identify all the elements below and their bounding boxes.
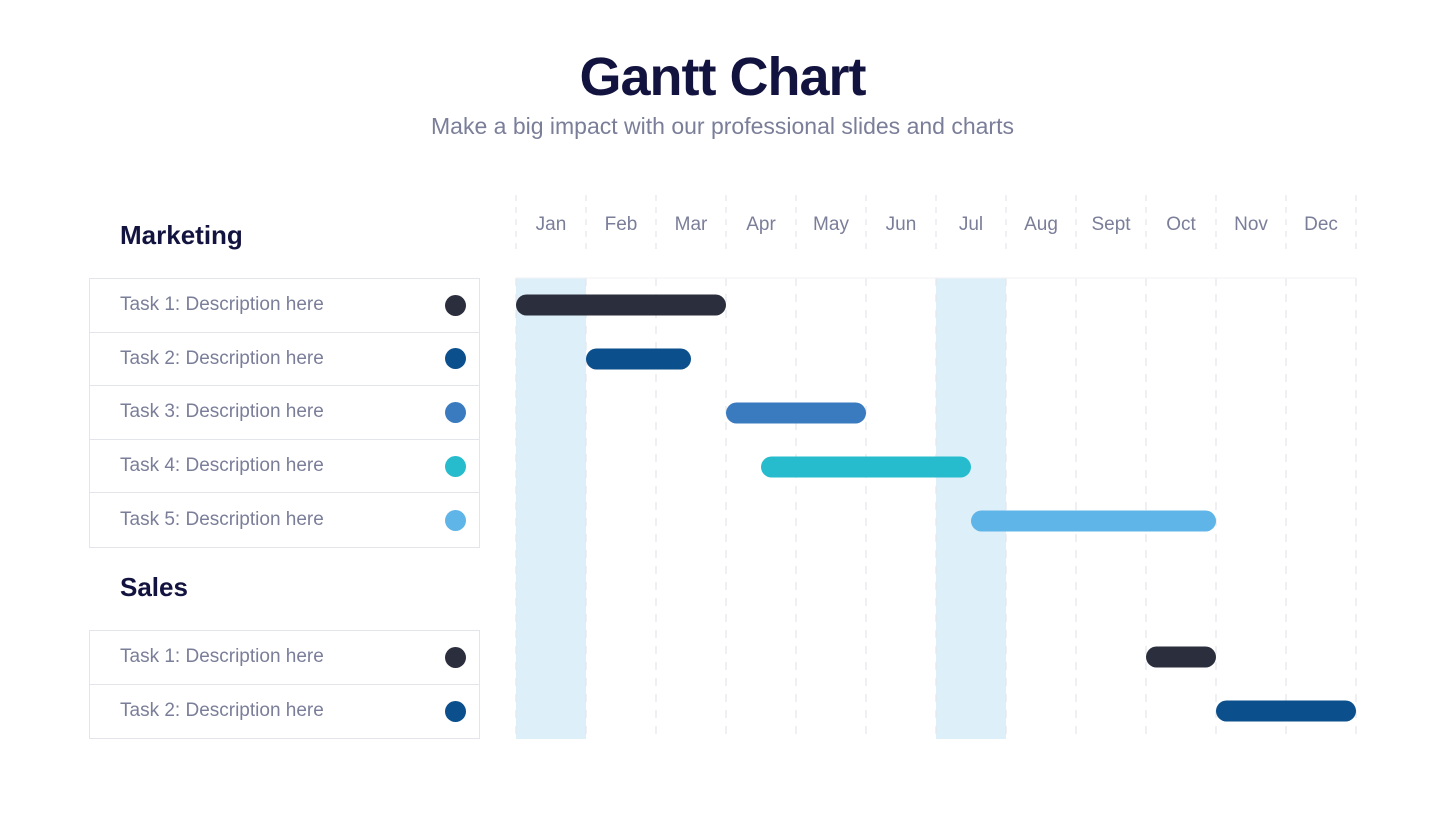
month-label-aug: Aug [1024,214,1058,235]
task-bar [726,402,866,424]
month-label-jul: Jul [959,214,983,235]
highlight-column-jul [936,278,1006,739]
gantt-chart: Jan Feb Mar Apr May Jun Jul Aug Sept Oct Nov Dec [515,195,1357,739]
month-label-dec: Dec [1304,214,1338,235]
month-label-jun: Jun [886,214,917,235]
month-label-sept: Sept [1091,214,1131,235]
task-bar [516,294,726,316]
task-bar [971,510,1216,532]
task-bar [586,348,691,370]
month-label-feb: Feb [605,214,638,235]
task-bar [761,456,971,478]
highlight-column-jan [516,278,586,739]
month-label-oct: Oct [1166,214,1196,235]
month-label-jan: Jan [536,214,567,235]
task-bar [1146,646,1216,668]
month-label-may: May [813,214,849,235]
month-label-mar: Mar [675,214,708,235]
month-label-apr: Apr [746,214,776,235]
task-bar [1216,700,1356,722]
month-label-nov: Nov [1234,214,1268,235]
